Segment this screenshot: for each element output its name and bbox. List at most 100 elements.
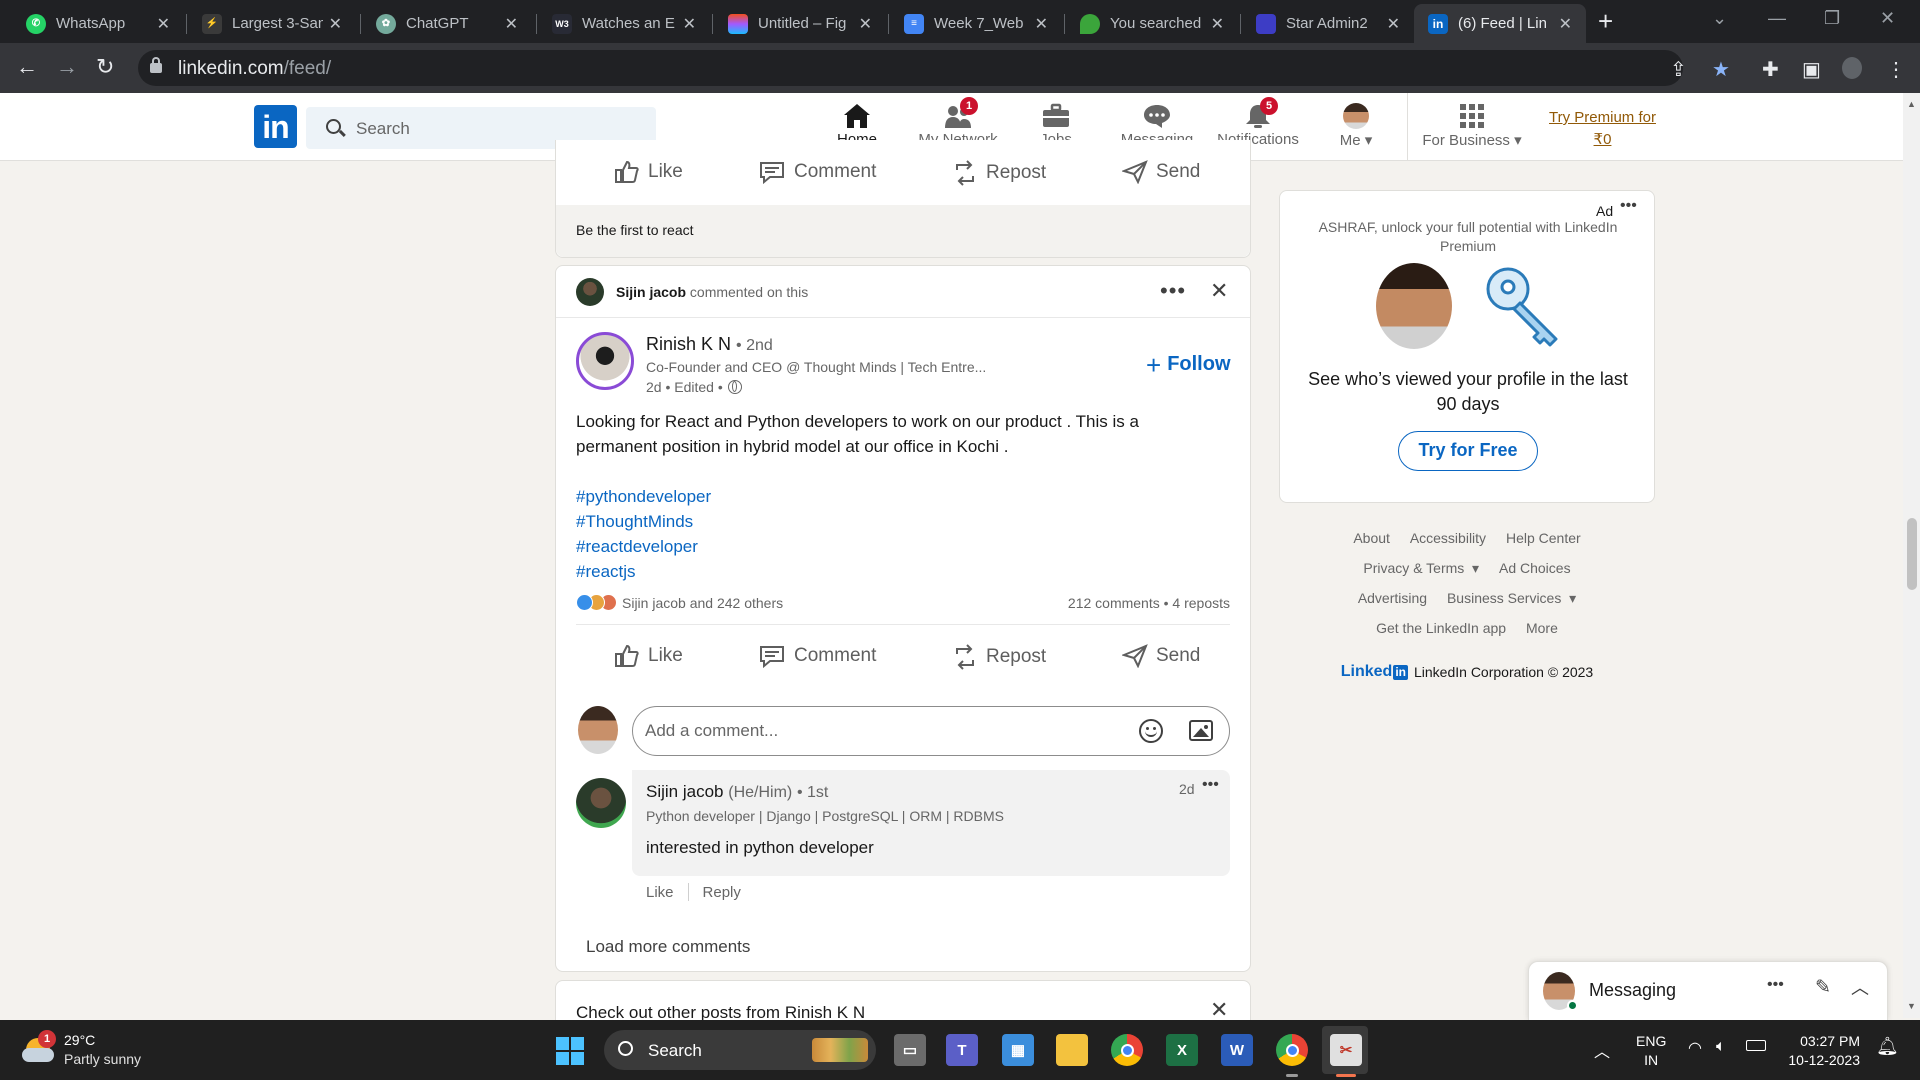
scroll-down-arrow-icon[interactable]: ▼ bbox=[1907, 1001, 1916, 1011]
tab-whatsapp[interactable]: ✆ WhatsApp ✕ bbox=[12, 4, 184, 43]
extensions-icon[interactable]: ✚ bbox=[1762, 57, 1779, 82]
reactions-summary[interactable]: Sijin jacob and 242 others bbox=[576, 594, 783, 611]
profile-avatar[interactable] bbox=[1842, 57, 1862, 79]
close-tab-icon[interactable]: ✕ bbox=[859, 14, 872, 34]
footer-accessibility-link[interactable]: Accessibility bbox=[1410, 530, 1486, 546]
linkedin-logo[interactable]: in bbox=[254, 105, 297, 148]
tab-week7[interactable]: ≡ Week 7_Web ✕ bbox=[890, 4, 1062, 43]
send-button[interactable]: Send bbox=[1122, 160, 1200, 184]
comments-reposts-count[interactable]: 212 comments • 4 reposts bbox=[1068, 595, 1230, 611]
battery-icon[interactable] bbox=[1746, 1040, 1766, 1051]
tab-you-searched[interactable]: You searched ✕ bbox=[1066, 4, 1238, 43]
close-tab-icon[interactable]: ✕ bbox=[329, 14, 342, 34]
taskbar-search[interactable]: Search bbox=[604, 1030, 876, 1070]
author-name[interactable]: Rinish K N bbox=[646, 334, 731, 354]
commenter-avatar[interactable] bbox=[576, 778, 626, 828]
clock[interactable]: 03:27 PM 10-12-2023 bbox=[1786, 1032, 1860, 1070]
lock-icon[interactable] bbox=[150, 57, 162, 73]
messaging-widget[interactable]: Messaging ••• ✎ ︿ bbox=[1528, 961, 1888, 1020]
excel-icon[interactable]: X bbox=[1166, 1034, 1198, 1066]
context-name[interactable]: Sijin jacob bbox=[616, 284, 686, 300]
footer-ad-choices-link[interactable]: Ad Choices bbox=[1499, 560, 1571, 576]
file-explorer-icon[interactable] bbox=[1056, 1034, 1088, 1066]
commenter-name[interactable]: Sijin jacob bbox=[646, 782, 724, 801]
compose-message-icon[interactable]: ✎ bbox=[1815, 976, 1831, 999]
footer-privacy-terms-link[interactable]: Privacy & Terms bbox=[1363, 560, 1464, 576]
comment-options-icon[interactable]: ••• bbox=[1202, 776, 1219, 794]
scroll-thumb[interactable] bbox=[1907, 518, 1917, 590]
tab-linkedin-feed[interactable]: in (6) Feed | Lin ✕ bbox=[1414, 4, 1586, 43]
more-options-icon[interactable]: ••• bbox=[1160, 278, 1186, 304]
current-user-avatar[interactable] bbox=[578, 706, 618, 754]
chevron-up-icon[interactable]: ︿ bbox=[1851, 974, 1869, 1000]
try-premium-link[interactable]: Try Premium for ₹0 bbox=[1540, 107, 1665, 151]
like-button[interactable]: Like bbox=[614, 644, 683, 668]
scroll-up-arrow-icon[interactable]: ▲ bbox=[1907, 99, 1916, 109]
snipping-tool-icon[interactable]: ✂ bbox=[1330, 1034, 1362, 1066]
context-avatar[interactable] bbox=[576, 278, 604, 306]
close-tab-icon[interactable]: ✕ bbox=[505, 14, 518, 34]
volume-icon[interactable]: 🔈︎ bbox=[1716, 1038, 1726, 1056]
share-icon[interactable]: ⇪ bbox=[1670, 57, 1687, 82]
close-tab-icon[interactable]: ✕ bbox=[1559, 14, 1572, 34]
chrome-menu-icon[interactable]: ⋮ bbox=[1886, 57, 1906, 82]
footer-more-link[interactable]: More bbox=[1526, 620, 1558, 636]
image-icon[interactable] bbox=[1189, 720, 1213, 741]
close-tab-icon[interactable]: ✕ bbox=[1211, 14, 1224, 34]
close-tab-icon[interactable]: ✕ bbox=[1035, 14, 1048, 34]
tab-w3schools[interactable]: W3 Watches an E ✕ bbox=[538, 4, 710, 43]
repost-button[interactable]: Repost bbox=[952, 644, 1046, 670]
comment-input[interactable]: Add a comment... bbox=[632, 706, 1230, 756]
load-more-comments-button[interactable]: Load more comments bbox=[586, 937, 750, 957]
page-scrollbar[interactable]: ▲ ▼ bbox=[1903, 93, 1920, 1018]
wifi-icon[interactable]: ◠ bbox=[1688, 1038, 1702, 1058]
restore-button[interactable]: ❐ bbox=[1824, 8, 1840, 29]
close-tab-icon[interactable]: ✕ bbox=[157, 14, 170, 34]
windows-start-icon[interactable] bbox=[556, 1037, 584, 1065]
forward-button[interactable]: → bbox=[56, 55, 78, 79]
reload-button[interactable]: ↻ bbox=[96, 55, 114, 79]
footer-about-link[interactable]: About bbox=[1353, 530, 1390, 546]
close-tab-icon[interactable]: ✕ bbox=[1387, 14, 1400, 34]
comment-button[interactable]: Comment bbox=[758, 644, 876, 668]
close-tab-icon[interactable]: ✕ bbox=[683, 14, 696, 34]
task-view-icon[interactable]: ▭ bbox=[894, 1034, 926, 1066]
hashtag-link[interactable]: #reactdeveloper bbox=[576, 534, 711, 559]
footer-help-center-link[interactable]: Help Center bbox=[1506, 530, 1581, 546]
hashtag-link[interactable]: #pythondeveloper bbox=[576, 484, 711, 509]
url-text[interactable]: linkedin.com/feed/ bbox=[178, 58, 331, 80]
close-window-button[interactable]: ✕ bbox=[1880, 8, 1895, 29]
new-tab-button[interactable]: + bbox=[1598, 8, 1613, 34]
send-button[interactable]: Send bbox=[1122, 644, 1200, 668]
address-bar[interactable] bbox=[138, 50, 1683, 86]
footer-advertising-link[interactable]: Advertising bbox=[1358, 590, 1427, 606]
follow-button[interactable]: + Follow bbox=[1146, 352, 1231, 378]
comment-reply-button[interactable]: Reply bbox=[703, 884, 741, 901]
nav-me[interactable]: Me ▾ bbox=[1330, 101, 1382, 161]
dismiss-post-icon[interactable]: ✕ bbox=[1210, 278, 1228, 304]
teams-icon[interactable]: T bbox=[946, 1034, 978, 1066]
photos-app-icon[interactable]: ▦ bbox=[1002, 1034, 1034, 1066]
minimize-button[interactable]: — bbox=[1768, 8, 1786, 29]
tab-figma[interactable]: Untitled – Fig ✕ bbox=[714, 4, 886, 43]
chrome-active-icon[interactable] bbox=[1276, 1034, 1308, 1066]
like-button[interactable]: Like bbox=[614, 160, 683, 184]
back-button[interactable]: ← bbox=[16, 55, 38, 79]
weather-widget[interactable]: 1 bbox=[22, 1030, 56, 1066]
tab-search-icon[interactable]: ⌄ bbox=[1712, 8, 1727, 29]
try-for-free-button[interactable]: Try for Free bbox=[1398, 431, 1538, 471]
comment-button[interactable]: Comment bbox=[758, 160, 876, 184]
word-icon[interactable]: W bbox=[1221, 1034, 1253, 1066]
hashtag-link[interactable]: #reactjs bbox=[576, 559, 711, 584]
ad-options-icon[interactable]: ••• bbox=[1620, 197, 1637, 215]
tab-largest[interactable]: ⚡ Largest 3-San ✕ bbox=[188, 4, 356, 43]
comment-like-button[interactable]: Like bbox=[646, 884, 674, 901]
messaging-options-icon[interactable]: ••• bbox=[1767, 976, 1784, 994]
chrome-icon[interactable] bbox=[1111, 1034, 1143, 1066]
footer-get-app-link[interactable]: Get the LinkedIn app bbox=[1376, 620, 1506, 636]
show-hidden-icons-icon[interactable]: ︿ bbox=[1594, 1038, 1610, 1062]
nav-for-business[interactable]: For Business ▾ bbox=[1420, 101, 1524, 161]
notification-bell-icon[interactable]: 🔔︎ bbox=[1876, 1036, 1899, 1057]
repost-button[interactable]: Repost bbox=[952, 160, 1046, 186]
tab-chatgpt[interactable]: ✿ ChatGPT ✕ bbox=[362, 4, 532, 43]
